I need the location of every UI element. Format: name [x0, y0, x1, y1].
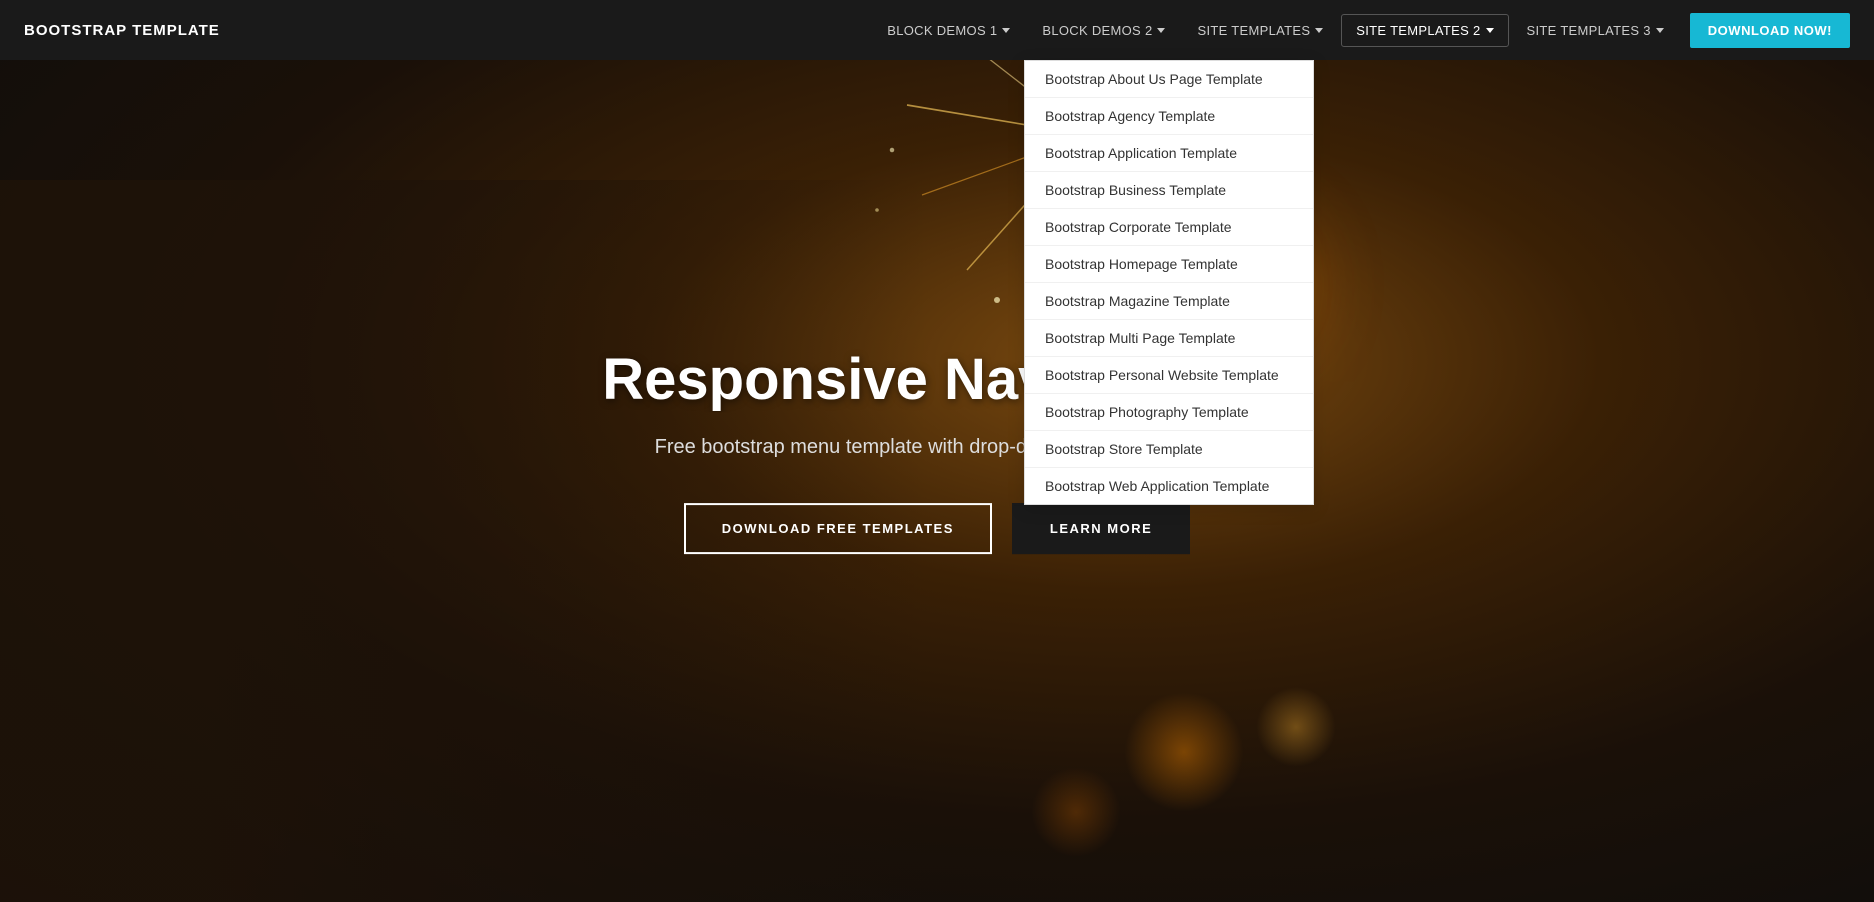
hero-buttons: DOWNLOAD FREE TEMPLATES LEARN MORE: [437, 503, 1437, 554]
dropdown-item-homepage[interactable]: Bootstrap Homepage Template: [1025, 246, 1313, 283]
dropdown-item-agency[interactable]: Bootstrap Agency Template: [1025, 98, 1313, 135]
nav-site-templates-3[interactable]: SITE TEMPLATES 3: [1513, 15, 1678, 46]
nav-site-templates-2[interactable]: SITE TEMPLATES 2: [1341, 14, 1508, 47]
nav-block-demos-1[interactable]: BLOCK DEMOS 1: [873, 15, 1024, 46]
caret-icon: [1002, 28, 1010, 33]
ambient-light-3: [1031, 767, 1121, 857]
dropdown-item-web-application[interactable]: Bootstrap Web Application Template: [1025, 468, 1313, 504]
ambient-light-1: [1124, 692, 1244, 812]
dropdown-item-business[interactable]: Bootstrap Business Template: [1025, 172, 1313, 209]
caret-icon: [1656, 28, 1664, 33]
download-free-templates-button[interactable]: DOWNLOAD FREE TEMPLATES: [684, 503, 992, 554]
dropdown-item-corporate[interactable]: Bootstrap Corporate Template: [1025, 209, 1313, 246]
dropdown-item-store[interactable]: Bootstrap Store Template: [1025, 431, 1313, 468]
caret-icon: [1157, 28, 1165, 33]
navbar: BOOTSTRAP TEMPLATE BLOCK DEMOS 1 BLOCK D…: [0, 0, 1874, 60]
learn-more-button[interactable]: LEARN MORE: [1012, 503, 1190, 554]
nav-block-demos-2[interactable]: BLOCK DEMOS 2: [1028, 15, 1179, 46]
caret-icon: [1315, 28, 1323, 33]
nav-site-templates[interactable]: SITE TEMPLATES: [1183, 15, 1337, 46]
dropdown-item-magazine[interactable]: Bootstrap Magazine Template: [1025, 283, 1313, 320]
brand-logo: BOOTSTRAP TEMPLATE: [24, 22, 220, 39]
dropdown-item-multi-page[interactable]: Bootstrap Multi Page Template: [1025, 320, 1313, 357]
nav-items: BLOCK DEMOS 1 BLOCK DEMOS 2 SITE TEMPLAT…: [260, 14, 1678, 47]
dropdown-item-photography[interactable]: Bootstrap Photography Template: [1025, 394, 1313, 431]
download-now-button[interactable]: DOWNLOAD NOW!: [1690, 13, 1850, 48]
hero-section: Responsive Navbar Tem Free bootstrap men…: [0, 0, 1874, 902]
ambient-light-2: [1256, 687, 1336, 767]
dropdown-item-personal-website[interactable]: Bootstrap Personal Website Template: [1025, 357, 1313, 394]
dropdown-item-about-us[interactable]: Bootstrap About Us Page Template: [1025, 61, 1313, 98]
dropdown-item-application[interactable]: Bootstrap Application Template: [1025, 135, 1313, 172]
caret-icon: [1486, 28, 1494, 33]
site-templates-2-dropdown: Bootstrap About Us Page Template Bootstr…: [1024, 60, 1314, 505]
